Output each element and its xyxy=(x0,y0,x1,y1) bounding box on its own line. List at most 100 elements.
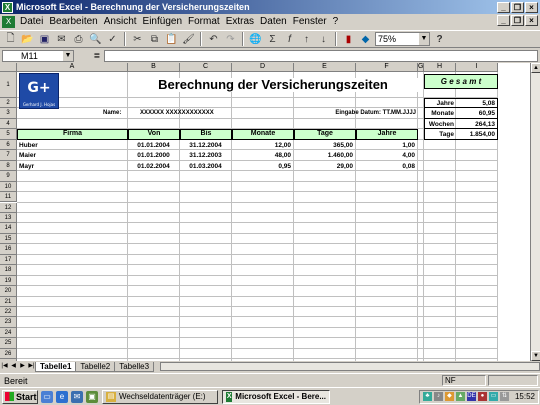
formula-equals-button[interactable]: = xyxy=(94,51,100,62)
row-header[interactable]: 26 xyxy=(0,348,17,360)
sort-ascending-icon[interactable]: ↑ xyxy=(299,32,314,47)
table-cell[interactable]: 01.01.2000 xyxy=(130,151,177,160)
menu-einfuegen[interactable]: Einfügen xyxy=(140,16,185,27)
tray-network-icon[interactable]: ♣ xyxy=(422,392,432,401)
format-painter-icon[interactable]: 🖌 xyxy=(181,32,196,47)
table-cell[interactable]: 1,00 xyxy=(358,141,415,150)
excel-app-icon[interactable]: X xyxy=(2,1,13,13)
row-header[interactable]: 10 xyxy=(0,181,17,193)
table-cell[interactable]: 01.03.2004 xyxy=(182,162,229,171)
print-icon[interactable]: ⎙ xyxy=(71,32,86,47)
chart-wizard-icon[interactable]: ▮ xyxy=(341,32,356,47)
row-header[interactable]: 11 xyxy=(0,192,17,203)
table-cell[interactable]: 12,00 xyxy=(234,141,291,150)
column-header[interactable]: F xyxy=(356,63,418,72)
table-cell[interactable]: 0,95 xyxy=(234,162,291,171)
row-header[interactable]: 12 xyxy=(0,202,17,213)
column-header[interactable]: C xyxy=(180,63,232,72)
zoom-select[interactable]: 75% ▼ xyxy=(375,32,430,46)
row-header[interactable]: 16 xyxy=(0,244,17,255)
chevron-down-icon[interactable]: ▼ xyxy=(419,33,429,45)
undo-icon[interactable]: ↶ xyxy=(206,32,221,47)
table-cell[interactable]: 0,08 xyxy=(358,162,415,171)
print-preview-icon[interactable]: 🔍 xyxy=(88,32,103,47)
table-cell[interactable]: Mayr xyxy=(19,162,125,171)
chevron-down-icon[interactable]: ▼ xyxy=(63,51,73,61)
formula-input[interactable] xyxy=(103,50,538,62)
tray-usb-icon[interactable]: ⇅ xyxy=(499,392,509,401)
sheet-tab-tabelle3[interactable]: Tabelle3 xyxy=(114,361,155,372)
horizontal-scrollbar[interactable] xyxy=(160,362,540,371)
restore-button[interactable]: ❐ xyxy=(511,1,524,13)
row-header[interactable]: 1 xyxy=(0,72,17,98)
tray-security-icon[interactable]: ◆ xyxy=(444,392,454,401)
column-header[interactable]: D xyxy=(232,63,294,72)
scroll-up-icon[interactable]: ▲ xyxy=(531,63,540,73)
tray-volume-icon[interactable]: ♪ xyxy=(433,392,443,401)
row-header[interactable]: 24 xyxy=(0,327,17,339)
menu-help[interactable]: ? xyxy=(330,16,342,27)
email-icon[interactable]: ✉ xyxy=(54,32,69,47)
row-header[interactable]: 15 xyxy=(0,233,17,245)
doc-restore-button[interactable]: ❐ xyxy=(511,15,524,26)
row-header[interactable]: 7 xyxy=(0,150,17,161)
outlook-icon[interactable]: ✉ xyxy=(71,390,83,403)
paste-icon[interactable]: 📋 xyxy=(164,32,179,47)
menu-datei[interactable]: Datei xyxy=(17,16,46,27)
table-cell[interactable]: 48,00 xyxy=(234,151,291,160)
table-cell[interactable]: 4,00 xyxy=(358,151,415,160)
taskbar-button-excel[interactable]: X Microsoft Excel - Bere... xyxy=(222,389,330,404)
row-header[interactable]: 21 xyxy=(0,296,17,307)
column-header[interactable]: A xyxy=(17,63,128,72)
desktop-icon[interactable]: ▭ xyxy=(41,390,53,403)
function-icon[interactable]: f xyxy=(282,32,297,47)
column-header[interactable]: B xyxy=(128,63,180,72)
table-cell[interactable]: Maier xyxy=(19,151,125,160)
vertical-scrollbar[interactable]: ▲ ▼ xyxy=(530,63,540,361)
table-cell[interactable]: 31.12.2003 xyxy=(182,151,229,160)
redo-icon[interactable]: ↷ xyxy=(223,32,238,47)
browser-icon[interactable]: e xyxy=(56,390,68,403)
copy-icon[interactable]: ⧉ xyxy=(147,32,162,47)
column-header[interactable]: I xyxy=(456,63,498,72)
row-header[interactable]: 4 xyxy=(0,118,17,130)
autosum-icon[interactable]: Σ xyxy=(265,32,280,47)
first-sheet-icon[interactable]: |◀ xyxy=(0,362,9,371)
sheet-tab-tabelle2[interactable]: Tabelle2 xyxy=(75,361,116,372)
menu-fenster[interactable]: Fenster xyxy=(290,16,330,27)
hyperlink-icon[interactable]: 🌐 xyxy=(248,32,263,47)
help-icon[interactable]: ? xyxy=(432,32,447,47)
row-header[interactable]: 3 xyxy=(0,108,17,119)
spellcheck-icon[interactable]: ✓ xyxy=(105,32,120,47)
prev-sheet-icon[interactable]: ◀ xyxy=(9,362,18,371)
doc-close-button[interactable]: × xyxy=(525,15,538,26)
taskbar-button-removable-drive[interactable]: ▤ Wechseldatenträger (E:) xyxy=(102,389,218,404)
tray-display-icon[interactable]: ▭ xyxy=(488,392,498,401)
tray-language-icon[interactable]: DE xyxy=(466,392,476,401)
menu-ansicht[interactable]: Ansicht xyxy=(101,16,140,27)
column-header[interactable]: E xyxy=(294,63,356,72)
tray-update-icon[interactable]: ▲ xyxy=(455,392,465,401)
row-header[interactable]: 14 xyxy=(0,223,17,234)
table-cell[interactable]: 29,00 xyxy=(296,162,353,171)
row-header[interactable]: 6 xyxy=(0,139,17,151)
cut-icon[interactable]: ✂ xyxy=(130,32,145,47)
worksheet-grid[interactable]: A B C D E F G H I 1 2 3 4 5 6 7 8 9 10 11 12 13 14 15 16 17 18 19 20… xyxy=(0,63,530,361)
menu-bearbeiten[interactable]: Bearbeiten xyxy=(46,16,100,27)
close-button[interactable]: × xyxy=(525,1,538,13)
row-header[interactable]: 9 xyxy=(0,171,17,182)
table-cell[interactable]: 31.12.2004 xyxy=(182,141,229,150)
doc-minimize-button[interactable]: _ xyxy=(497,15,510,26)
row-header[interactable]: 20 xyxy=(0,286,17,297)
drawing-icon[interactable]: ◆ xyxy=(358,32,373,47)
row-header[interactable]: 22 xyxy=(0,307,17,318)
menu-extras[interactable]: Extras xyxy=(223,16,257,27)
name-value[interactable]: XXXXXX XXXXXXXXXXXX xyxy=(140,109,214,118)
row-header[interactable]: 13 xyxy=(0,212,17,224)
table-cell[interactable]: Huber xyxy=(19,141,125,150)
app-icon[interactable]: ▣ xyxy=(86,390,98,403)
table-cell[interactable]: 01.01.2004 xyxy=(130,141,177,150)
scroll-down-icon[interactable]: ▼ xyxy=(531,351,540,361)
workbook-icon[interactable]: X xyxy=(2,15,15,28)
row-header[interactable]: 2 xyxy=(0,98,17,109)
